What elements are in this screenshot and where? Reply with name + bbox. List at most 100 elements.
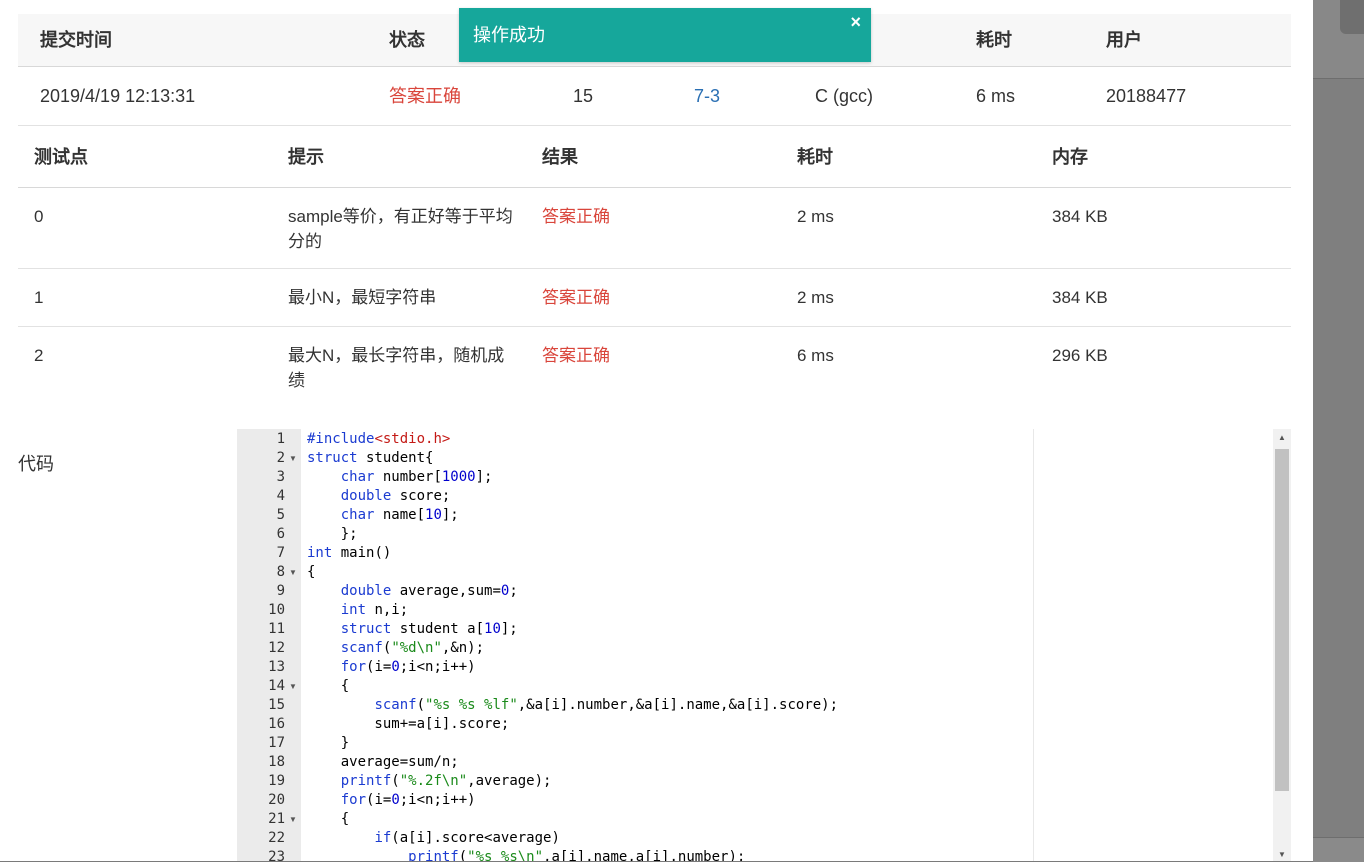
testcase-table-header: 测试点 提示 结果 耗时 内存 [18, 128, 1291, 188]
code-line: char number[1000]; [340, 469, 493, 485]
testcase-id: 2 [34, 346, 44, 365]
code-line: average=sum/n; [307, 754, 459, 770]
line-number: 22 [268, 830, 285, 846]
header-time: 耗时 [797, 147, 833, 167]
header-memory: 内存 [1052, 147, 1088, 167]
fold-arrow-icon[interactable]: ▼ [289, 449, 297, 468]
line-number: 18 [268, 754, 285, 770]
submission-row: 2019/4/19 12:13:31 答案正确 15 7-3 C (gcc) 6… [18, 67, 1291, 126]
testcase-hint: 最大N，最长字符串，随机成绩 [288, 346, 505, 390]
code-line: double score; [340, 488, 451, 504]
code-line: for(i=0;i<n;i++) [340, 792, 476, 808]
table-row: 0 sample等价，有正好等于平均分的 答案正确 2 ms 384 KB [18, 188, 1291, 269]
close-icon[interactable]: × [850, 12, 861, 33]
line-number: 3 [276, 469, 285, 485]
line-number: 13 [268, 659, 285, 675]
header-duration: 耗时 [976, 30, 1012, 50]
line-number: 19 [268, 773, 285, 789]
submit-time: 2019/4/19 12:13:31 [40, 86, 196, 106]
testcase-result: 答案正确 [542, 288, 610, 307]
testcase-time: 2 ms [797, 288, 834, 307]
line-number: 16 [268, 716, 285, 732]
submission-status: 答案正确 [389, 86, 461, 106]
scroll-up-icon[interactable]: ▲ [1273, 433, 1291, 442]
code-line: { [307, 811, 350, 827]
line-number: 6 [276, 526, 285, 542]
testcase-time: 2 ms [797, 207, 834, 226]
code-line: for(i=0;i<n;i++) [340, 659, 476, 675]
line-number: 8 [276, 564, 285, 580]
header-testcase: 测试点 [34, 147, 88, 167]
line-number: 15 [268, 697, 285, 713]
line-number: 1 [276, 431, 285, 447]
submission-score: 15 [573, 86, 594, 106]
testcase-result: 答案正确 [542, 207, 610, 226]
line-number: 20 [268, 792, 285, 808]
code-line: scanf("%d\n",&n); [340, 640, 485, 656]
code-line: int n,i; [340, 602, 409, 618]
code-line: double average,sum=0; [340, 583, 518, 599]
toast-message: 操作成功 [473, 25, 545, 45]
line-number: 7 [276, 545, 285, 561]
code-label: 代码 [18, 454, 54, 474]
submission-duration: 6 ms [976, 86, 1016, 106]
code-line: scanf("%s %s %lf",&a[i].number,&a[i].nam… [374, 697, 839, 713]
code-line: struct student{ [307, 450, 434, 466]
code-line: #include<stdio.h> [307, 431, 451, 447]
header-hint: 提示 [288, 147, 324, 167]
line-number: 2 [276, 450, 285, 466]
testcase-hint: 最小N，最短字符串 [288, 288, 437, 307]
testcase-result: 答案正确 [542, 346, 610, 365]
testcase-hint: sample等价，有正好等于平均分的 [288, 207, 513, 251]
code-line: { [307, 678, 350, 694]
testcase-memory: 384 KB [1052, 288, 1108, 307]
header-result: 结果 [542, 147, 578, 167]
scrollbar-thumb[interactable] [1275, 449, 1289, 791]
header-user: 用户 [1106, 30, 1142, 50]
overlay-backdrop [1313, 0, 1364, 862]
table-row: 1 最小N，最短字符串 答案正确 2 ms 384 KB [18, 269, 1291, 327]
testcase-memory: 296 KB [1052, 346, 1108, 365]
line-number: 21 [268, 811, 285, 827]
code-line: printf("%.2f\n",average); [340, 773, 552, 789]
line-number: 9 [276, 583, 285, 599]
testcase-time: 6 ms [797, 346, 834, 365]
fold-arrow-icon[interactable]: ▼ [289, 563, 297, 582]
line-number: 11 [268, 621, 285, 637]
backdrop-top [1313, 0, 1364, 79]
code-line: } [307, 735, 350, 751]
code-line: sum+=a[i].score; [307, 716, 510, 732]
code-line: if(a[i].score<average) [374, 830, 560, 846]
success-toast: 操作成功 × [459, 8, 871, 62]
fold-arrow-icon[interactable]: ▼ [289, 677, 297, 696]
line-number: 14 [268, 678, 285, 694]
code-line: { [307, 564, 316, 580]
line-number: 17 [268, 735, 285, 751]
table-row: 2 最大N，最长字符串，随机成绩 答案正确 6 ms 296 KB [18, 327, 1291, 407]
code-line: int main() [307, 545, 392, 561]
header-status: 状态 [389, 30, 425, 50]
line-number: 12 [268, 640, 285, 656]
testcase-id: 0 [34, 207, 44, 226]
code-editor[interactable]: 1 #include<stdio.h> 2 ▼ struct student{3 cha… [237, 429, 1291, 861]
code-line: printf("%s %s\n",a[i].name,a[i].number); [408, 849, 746, 861]
problem-link[interactable]: 7-3 [694, 67, 720, 125]
line-number: 5 [276, 507, 285, 523]
scroll-down-icon[interactable]: ▼ [1273, 850, 1291, 859]
submission-detail-panel: 提交时间 状态 耗时 用户 2019/4/19 12:13:31 答案正确 15… [0, 0, 1313, 861]
code-line: }; [307, 526, 358, 542]
header-submit-time: 提交时间 [40, 30, 112, 50]
line-number: 4 [276, 488, 285, 504]
testcase-id: 1 [34, 288, 44, 307]
code-line: char name[10]; [340, 507, 459, 523]
code-line: struct student a[10]; [340, 621, 518, 637]
editor-scrollbar[interactable]: ▲ ▼ [1273, 429, 1291, 861]
fold-arrow-icon[interactable]: ▼ [289, 810, 297, 829]
line-number: 23 [268, 849, 285, 861]
backdrop-bottom [1313, 837, 1364, 862]
submission-compiler: C (gcc) [815, 86, 873, 106]
print-margin [1033, 429, 1034, 861]
testcase-memory: 384 KB [1052, 207, 1108, 226]
backdrop-knob [1340, 0, 1364, 34]
submission-user: 20188477 [1106, 86, 1187, 106]
